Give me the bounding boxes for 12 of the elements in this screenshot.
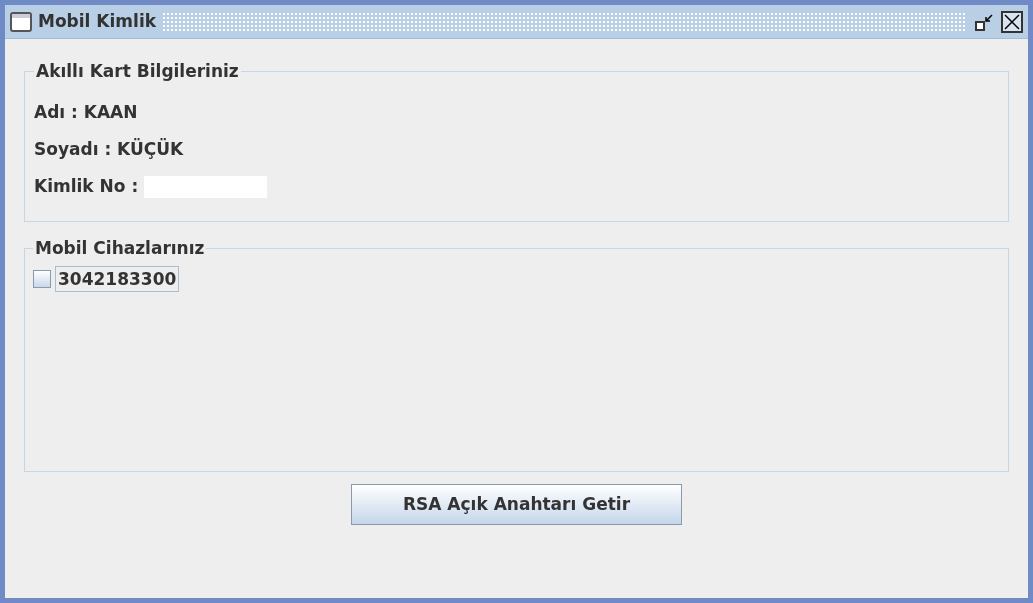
field-label: Adı : KAAN [34,100,138,124]
restore-icon[interactable] [973,11,995,32]
field-label: Kimlik No : [34,174,139,198]
panel-title: Akıllı Kart Bilgileriniz [35,60,240,83]
window-icon [10,11,32,32]
panel-title: Mobil Cihazlarınız [34,237,206,260]
device-label[interactable]: 3042183300 [55,265,180,292]
window-title: Mobil Kimlik [38,9,156,33]
fetch-key-button[interactable]: RSA Açık Anahtarı Getir [351,484,682,525]
checkbox[interactable] [33,269,51,288]
field-label: Soyadı : KÜÇÜK [34,137,184,161]
close-icon[interactable] [1001,10,1023,33]
